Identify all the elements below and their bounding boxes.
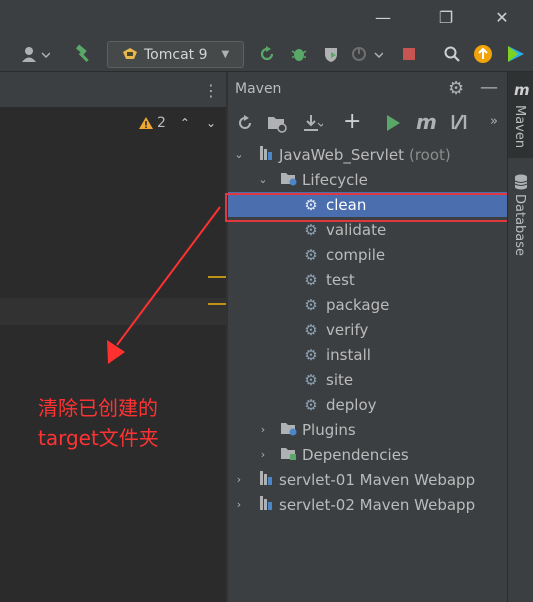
annotation-text: 清除已创建的 target文件夹 [38,393,159,453]
annotation-line-1: 清除已创建的 [38,396,158,420]
annotation-arrow [107,206,221,364]
annotation-line-2: target文件夹 [38,426,159,450]
